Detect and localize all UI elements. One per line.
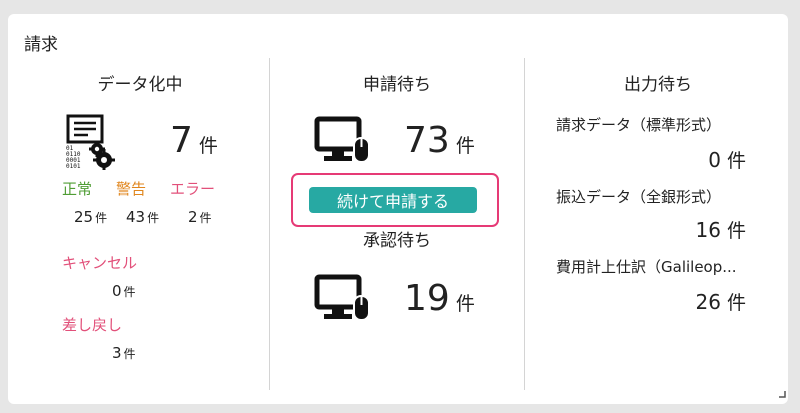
return-count-value: 3 [112, 344, 122, 362]
middle-column-title: 申請待ち [363, 75, 431, 95]
output-item-count-value: 16 [695, 218, 721, 242]
output-item-count: 26 件 [696, 288, 746, 315]
continue-apply-button[interactable]: 続けて申請する [309, 187, 477, 213]
processing-count-unit: 件 [198, 135, 218, 157]
data-processing-icon: 01 0110 0001 0101 [64, 114, 116, 171]
processing-count-value: 7 [170, 120, 193, 161]
output-item-label: 請求データ（標準形式） [556, 116, 722, 134]
cancel-count: 0件 [112, 282, 136, 300]
output-item-count: 0件 [708, 146, 746, 173]
approval-title: 承認待ち [363, 231, 431, 251]
output-item-count: 16 件 [696, 216, 746, 243]
column-divider [524, 58, 525, 390]
pending-count-unit: 件 [455, 135, 475, 157]
computer-mouse-icon [314, 274, 372, 322]
return-count: 3件 [112, 344, 136, 362]
approval-count: 19 件 [404, 278, 475, 319]
cancel-label: キャンセル [62, 254, 138, 272]
output-item-count-value: 0 [708, 148, 721, 172]
pending-count-value: 73 [404, 120, 450, 161]
output-item-count-unit: 件 [726, 292, 746, 314]
column-divider [269, 58, 270, 390]
billing-card: 請求 データ化中 01 0110 0001 0101 7 件 正常 警告 エラー… [8, 14, 788, 404]
cancel-count-unit: 件 [123, 285, 136, 299]
processing-count: 7件 [170, 120, 218, 161]
left-column-title: データ化中 [97, 75, 183, 95]
resize-handle-icon[interactable] [778, 383, 786, 402]
status-ok-label: 正常 [62, 180, 93, 198]
output-item-label: 費用計上仕訳（Galileop... [556, 258, 737, 276]
status-ok-count-value: 25 [74, 208, 94, 226]
status-warning-count-unit: 件 [147, 211, 160, 225]
approval-count-unit: 件 [455, 293, 475, 315]
output-item-label: 振込データ（全銀形式） [556, 188, 722, 206]
computer-mouse-icon [314, 116, 372, 164]
status-ok-count: 25 件 [74, 208, 107, 226]
return-count-unit: 件 [123, 347, 136, 361]
right-column-title: 出力待ち [624, 75, 692, 95]
status-ok-count-unit: 件 [95, 211, 108, 225]
output-item-count-unit: 件 [726, 150, 746, 172]
cancel-count-value: 0 [112, 282, 122, 300]
pending-count: 73 件 [404, 120, 475, 161]
status-error-count-unit: 件 [199, 211, 212, 225]
output-item-count-unit: 件 [726, 220, 746, 242]
status-warning-label: 警告 [116, 180, 147, 198]
output-item-count-value: 26 [695, 290, 721, 314]
continue-button-highlight: 続けて申請する [291, 173, 499, 227]
approval-count-value: 19 [404, 278, 450, 319]
status-error-label: エラー [170, 180, 216, 198]
svg-text:0101: 0101 [66, 163, 81, 170]
return-label: 差し戻し [62, 316, 123, 334]
status-warning-count: 43 件 [126, 208, 159, 226]
card-title: 請求 [24, 35, 58, 55]
status-warning-count-value: 43 [126, 208, 146, 226]
status-error-count-value: 2 [188, 208, 198, 226]
status-error-count: 2件 [188, 208, 212, 226]
